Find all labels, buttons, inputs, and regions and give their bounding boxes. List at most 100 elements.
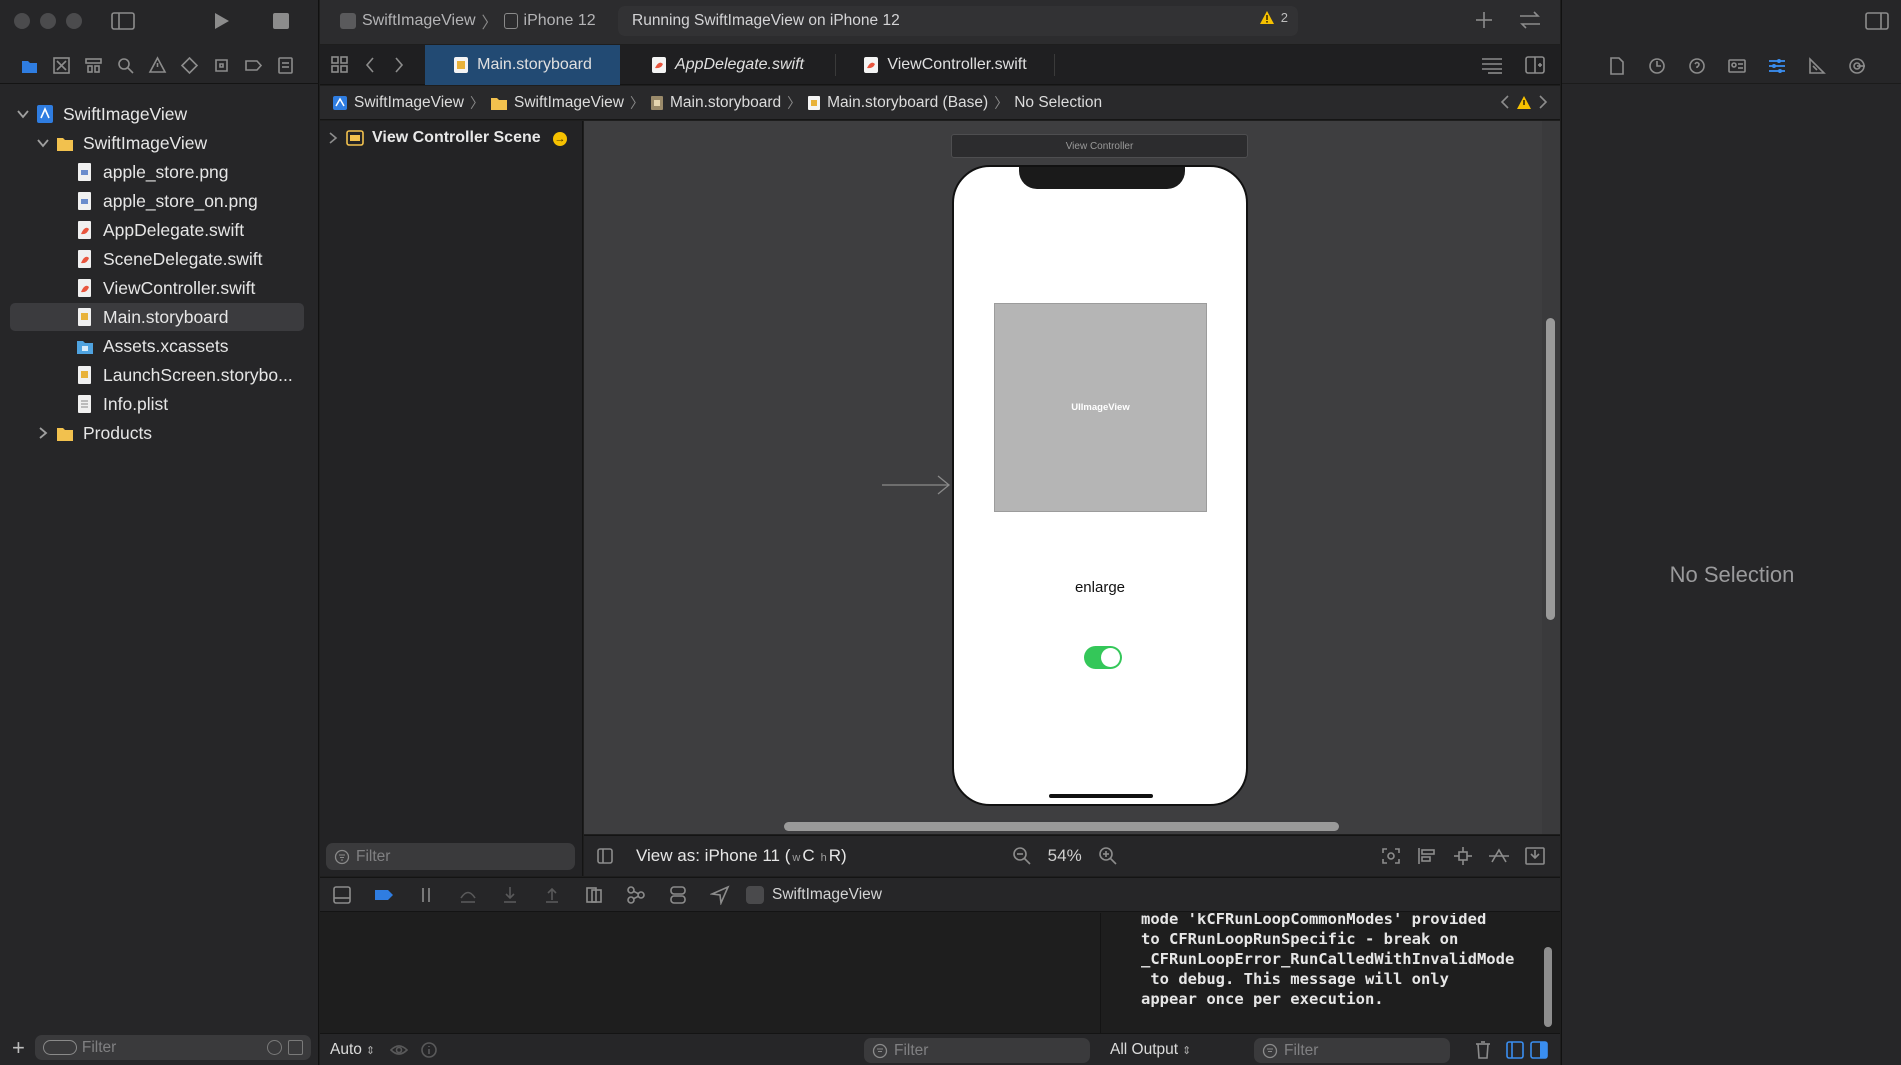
- environment-overrides-icon[interactable]: [668, 885, 688, 905]
- recent-files-icon[interactable]: [266, 1040, 282, 1055]
- step-into-icon[interactable]: [500, 885, 520, 905]
- quick-help-icon[interactable]: [1687, 56, 1707, 76]
- breakpoints-toggle-icon[interactable]: [374, 885, 394, 905]
- tree-item-scenedelegate-swift[interactable]: SceneDelegate.swift: [10, 245, 304, 273]
- tree-item-main-storyboard[interactable]: Main.storyboard: [10, 303, 304, 331]
- pause-icon[interactable]: [416, 885, 436, 905]
- breadcrumb-group[interactable]: SwiftImageView: [490, 94, 624, 112]
- tree-item-apple-store-on-png[interactable]: apple_store_on.png: [10, 187, 304, 215]
- run-button[interactable]: [210, 10, 232, 32]
- report-navigator-icon[interactable]: [276, 56, 295, 75]
- tree-item-swiftimageview[interactable]: SwiftImageView: [10, 100, 304, 128]
- embed-in-icon[interactable]: [1524, 846, 1546, 866]
- console-filter-field[interactable]: Filter: [1254, 1038, 1450, 1063]
- attributes-inspector-icon[interactable]: [1767, 56, 1787, 76]
- debug-process[interactable]: SwiftImageView: [746, 885, 882, 904]
- variables-view[interactable]: [320, 913, 1099, 1033]
- memory-graph-icon[interactable]: [626, 885, 646, 905]
- tab-main-storyboard[interactable]: Main.storyboard: [425, 45, 620, 85]
- console-scrollbar[interactable]: [1544, 947, 1552, 1027]
- variables-filter-field[interactable]: Filter: [864, 1038, 1090, 1063]
- zoom-in-icon[interactable]: [1098, 846, 1118, 866]
- next-issue-icon[interactable]: [1538, 94, 1548, 110]
- add-icon[interactable]: +: [12, 1035, 25, 1061]
- stop-button[interactable]: [272, 12, 290, 30]
- quick-look-icon[interactable]: [390, 1042, 408, 1058]
- chevron-down-icon[interactable]: [36, 136, 50, 150]
- identity-inspector-icon[interactable]: [1727, 56, 1747, 76]
- issue-navigator-icon[interactable]: [148, 56, 167, 75]
- sidebar-toggle-icon[interactable]: [110, 10, 136, 32]
- tree-item-launchscreen-storybo-[interactable]: LaunchScreen.storybo...: [10, 361, 304, 389]
- symbol-navigator-icon[interactable]: [84, 56, 103, 75]
- uiimageview[interactable]: UIImageView: [994, 303, 1207, 512]
- outline-row-view-controller-scene[interactable]: View Controller Scene: [328, 129, 541, 147]
- breadcrumb-localization[interactable]: Main.storyboard (Base): [807, 94, 988, 112]
- warning-badge[interactable]: 2: [1259, 10, 1288, 25]
- file-inspector-icon[interactable]: [1607, 56, 1627, 76]
- forward-chevron-icon[interactable]: [393, 56, 405, 74]
- editor-options-icon[interactable]: [1480, 55, 1504, 75]
- show-console-icon[interactable]: [1530, 1041, 1548, 1059]
- breadcrumb-selection[interactable]: No Selection: [1014, 94, 1102, 112]
- project-navigator-icon[interactable]: [20, 56, 39, 75]
- minimize-window-button[interactable]: [40, 13, 56, 29]
- console-view[interactable]: mode 'kCFRunLoopCommonModes' provided to…: [1100, 913, 1560, 1033]
- breadcrumb-project[interactable]: SwiftImageView: [332, 94, 464, 112]
- step-over-icon[interactable]: [458, 885, 478, 905]
- info-icon[interactable]: [420, 1041, 438, 1059]
- tree-item-swiftimageview[interactable]: SwiftImageView: [10, 129, 304, 157]
- variables-scope-select[interactable]: Auto ⇕: [330, 1041, 375, 1059]
- tree-item-info-plist[interactable]: Info.plist: [10, 390, 304, 418]
- zoom-window-button[interactable]: [66, 13, 82, 29]
- tree-item-viewcontroller-swift[interactable]: ViewController.swift: [10, 274, 304, 302]
- zoom-out-icon[interactable]: [1012, 846, 1032, 866]
- enlarge-label[interactable]: enlarge: [954, 579, 1246, 596]
- iphone-view-controller[interactable]: UIImageView enlarge: [952, 165, 1248, 806]
- step-out-icon[interactable]: [542, 885, 562, 905]
- debug-navigator-icon[interactable]: [212, 56, 231, 75]
- canvas-vertical-scrollbar[interactable]: [1546, 318, 1555, 620]
- code-review-icon[interactable]: [1517, 9, 1543, 31]
- connections-inspector-icon[interactable]: [1847, 56, 1867, 76]
- tree-item-assets-xcassets[interactable]: Assets.xcassets: [10, 332, 304, 360]
- chevron-right-icon[interactable]: [36, 426, 50, 440]
- inspector-toggle-icon[interactable]: [1864, 10, 1890, 32]
- add-library-icon[interactable]: [1474, 8, 1494, 32]
- tab-viewcontroller[interactable]: ViewController.swift: [836, 45, 1054, 85]
- chevron-down-icon[interactable]: [16, 107, 30, 121]
- source-control-filter-icon[interactable]: [287, 1040, 303, 1055]
- scene-title-bar[interactable]: View Controller: [951, 134, 1248, 158]
- hide-debug-area-icon[interactable]: [332, 885, 352, 905]
- outline-filter-field[interactable]: Filter: [326, 843, 575, 870]
- show-variables-icon[interactable]: [1506, 1041, 1524, 1059]
- simulate-location-icon[interactable]: [710, 884, 730, 905]
- view-as-device-button[interactable]: View as: iPhone 11 ( w C h R): [636, 846, 847, 866]
- enlarge-switch[interactable]: [1084, 646, 1122, 669]
- test-navigator-icon[interactable]: [180, 56, 199, 75]
- entry-point-arrow-icon[interactable]: [882, 474, 952, 496]
- split-editor-icon[interactable]: [1524, 55, 1546, 75]
- find-navigator-icon[interactable]: [116, 56, 135, 75]
- resolve-autolayout-icon[interactable]: [1488, 846, 1510, 866]
- align-icon[interactable]: [1416, 846, 1438, 866]
- update-frames-icon[interactable]: [1380, 846, 1402, 866]
- related-items-icon[interactable]: [330, 55, 350, 75]
- tree-item-products[interactable]: Products: [10, 419, 304, 447]
- breakpoint-navigator-icon[interactable]: [244, 56, 263, 75]
- tree-item-apple-store-png[interactable]: apple_store.png: [10, 158, 304, 186]
- chevron-right-icon[interactable]: [328, 131, 338, 145]
- zoom-level[interactable]: 54%: [1048, 846, 1082, 866]
- trash-icon[interactable]: [1474, 1040, 1492, 1060]
- source-control-navigator-icon[interactable]: [52, 56, 71, 75]
- size-inspector-icon[interactable]: [1807, 56, 1827, 76]
- navigator-filter-field[interactable]: Filter: [34, 1035, 311, 1060]
- add-constraints-icon[interactable]: [1452, 846, 1474, 866]
- history-inspector-icon[interactable]: [1647, 56, 1667, 76]
- previous-issue-icon[interactable]: [1500, 94, 1510, 110]
- close-window-button[interactable]: [14, 13, 30, 29]
- breadcrumb-file[interactable]: Main.storyboard: [650, 94, 781, 112]
- output-select[interactable]: All Output ⇕: [1110, 1041, 1191, 1059]
- tree-item-appdelegate-swift[interactable]: AppDelegate.swift: [10, 216, 304, 244]
- back-chevron-icon[interactable]: [364, 56, 376, 74]
